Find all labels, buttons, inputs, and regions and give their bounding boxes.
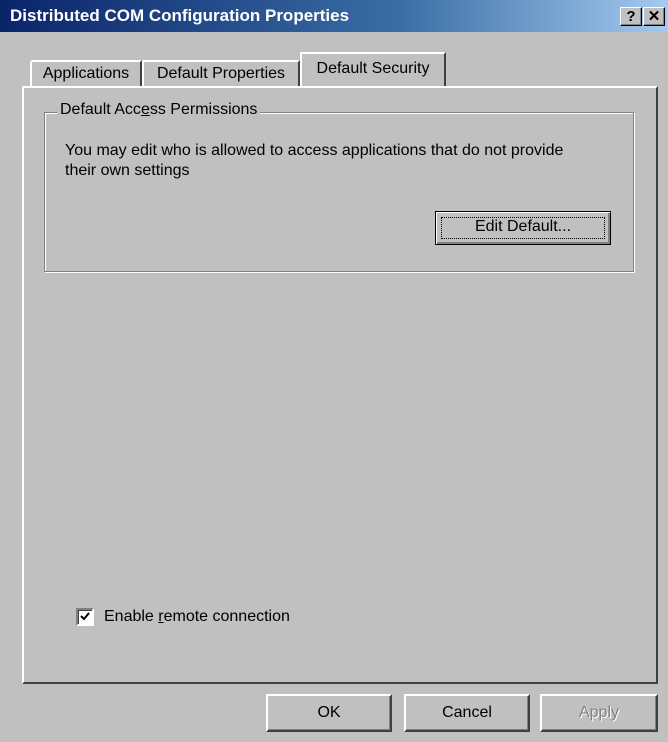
title-bar: Distributed COM Configuration Properties… [0,0,668,32]
remote-label-part2: emote connection [163,608,290,625]
dcom-properties-dialog: Distributed COM Configuration Properties… [0,0,668,742]
tab-default-security[interactable]: Default Security [300,52,446,86]
group-title-part2: ss Permissions [149,101,258,118]
group-title-part1: Default Acc [60,101,141,118]
cancel-button[interactable]: Cancel [404,694,530,732]
close-icon[interactable]: ✕ [643,7,665,26]
help-icon[interactable]: ? [620,7,642,26]
edit-default-label: Edit Default... [474,218,572,235]
ok-button[interactable]: OK [266,694,392,732]
enable-remote-connection-label: Enable remote connection [104,606,290,628]
group-title: Default Access Permissions [57,101,261,119]
tab-default-properties[interactable]: Default Properties [142,60,300,86]
tab-panel-default-security: Default Access Permissions You may edit … [22,86,658,684]
edit-default-button[interactable]: Edit Default... [435,211,611,245]
window-title: Distributed COM Configuration Properties [10,6,350,25]
default-access-permissions-group: Default Access Permissions You may edit … [44,101,634,272]
tab-applications[interactable]: Applications [30,60,142,86]
remote-label-part1: Enable [104,608,159,625]
checkmark-icon [80,612,90,621]
apply-button[interactable]: Apply [540,694,658,732]
group-title-mnemonic: e [140,101,150,118]
enable-remote-connection-checkbox[interactable] [76,608,94,626]
access-description: You may edit who is allowed to access ap… [65,142,564,179]
